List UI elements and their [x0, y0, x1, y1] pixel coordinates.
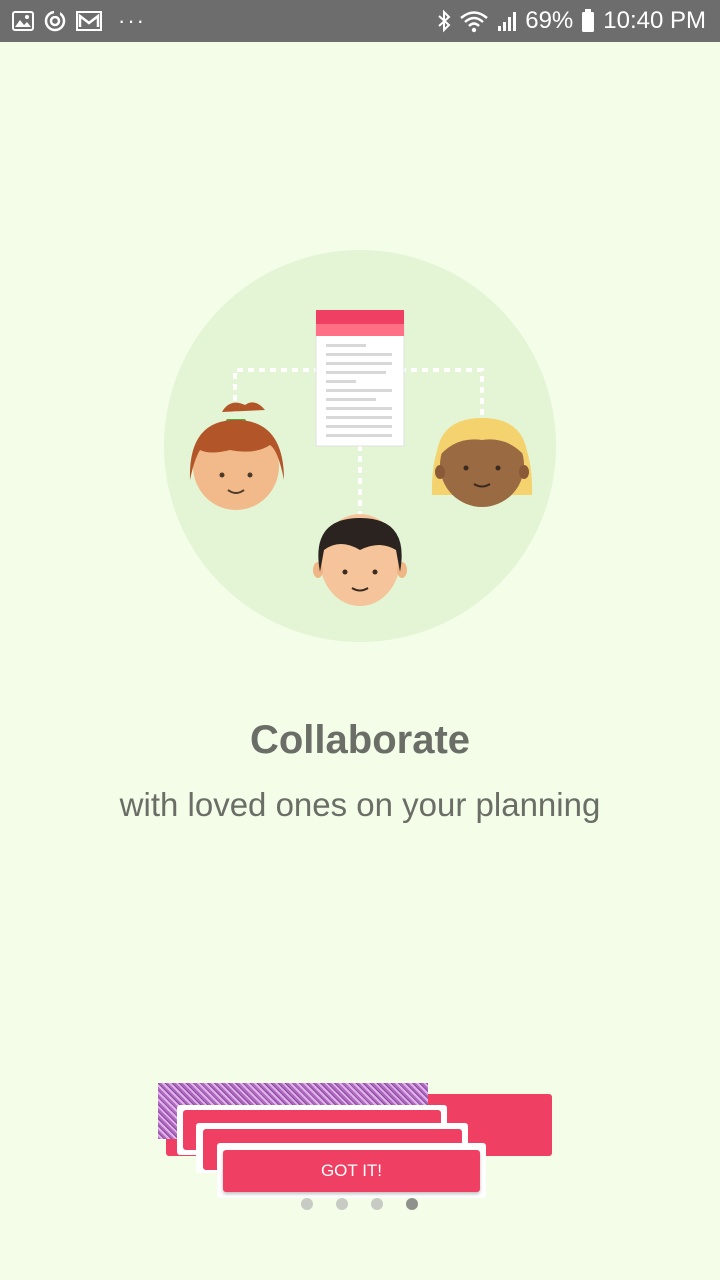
- onboarding-subtitle: with loved ones on your planning: [119, 786, 601, 823]
- got-it-button[interactable]: GOT IT!: [223, 1150, 480, 1192]
- battery-icon: [581, 9, 595, 33]
- page-dot-3[interactable]: [371, 1198, 383, 1210]
- document-icon: [315, 310, 405, 447]
- wifi-icon: [459, 9, 489, 33]
- battery-percent: 69%: [525, 7, 574, 34]
- gallery-icon: [12, 11, 34, 31]
- bluetooth-icon: [437, 9, 451, 33]
- mail-icon: [76, 11, 102, 31]
- page-dot-2[interactable]: [336, 1198, 348, 1210]
- page-indicator: [0, 1198, 720, 1210]
- woman-avatar-icon: [431, 418, 533, 507]
- signal-icon: [497, 10, 517, 32]
- more-notifications-indicator: ···: [118, 8, 146, 33]
- page-dot-1[interactable]: [301, 1198, 313, 1210]
- page-dot-4-active[interactable]: [406, 1198, 418, 1210]
- onboarding-title: Collaborate: [249, 718, 471, 762]
- sync-icon: [44, 10, 66, 32]
- collaborate-illustration: [160, 250, 560, 650]
- clock-time: 10:40 PM: [603, 7, 706, 34]
- status-bar-left: ···: [12, 0, 146, 42]
- status-bar-right: 69% 10:40 PM: [437, 0, 706, 42]
- status-bar: ··· 69% 10:40 PM: [0, 0, 720, 42]
